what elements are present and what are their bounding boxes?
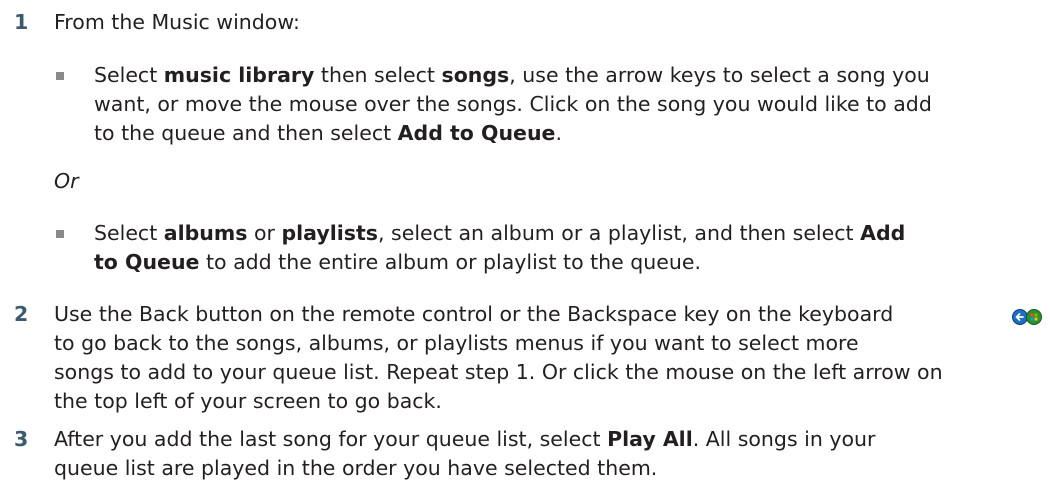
step-number: 1 [14,10,29,34]
step-line: Use the Back button on the remote contro… [54,302,894,326]
bullet-line: to the queue and then select Add to Queu… [94,121,562,145]
step-1-intro: From the Music window: [54,10,300,34]
or-label: Or [54,169,79,193]
back-button-icon [1012,309,1042,325]
ui-term-play-all: Play All [607,427,693,451]
bullet-text: Select music library then select songs, … [94,61,932,148]
bullet-line: Select music library then select songs, … [94,63,930,87]
step-line: to go back to the songs, albums, or play… [54,331,859,355]
bullet-marker [56,230,64,238]
ui-term-to-queue: to Queue [94,250,200,274]
step-line: the top left of your screen to go back. [54,389,442,413]
ui-term-playlists: playlists [281,221,379,245]
bullet-line: Select albums or playlists, select an al… [94,221,906,245]
step-number: 3 [14,427,29,451]
step-line: queue list are played in the order you h… [54,456,658,480]
bullet-line: to Queue to add the entire album or play… [94,250,702,274]
step-3-text: After you add the last song for your que… [54,425,1036,483]
ui-term-music-library: music library [163,63,315,87]
step-2-text: Use the Back button on the remote contro… [54,300,1036,416]
ui-term-add-to-queue: Add to Queue [397,121,556,145]
bullet-marker [56,72,64,80]
step-line: After you add the last song for your que… [54,427,876,451]
ui-term-add: Add [860,221,906,245]
bullet-text: Select albums or playlists, select an al… [94,219,905,277]
bullet-line: want, or move the mouse over the songs. … [94,92,932,116]
step-line: songs to add to your queue list. Repeat … [54,360,943,384]
ui-term-songs: songs [441,63,510,87]
ui-term-albums: albums [163,221,248,245]
step-number: 2 [14,302,29,326]
